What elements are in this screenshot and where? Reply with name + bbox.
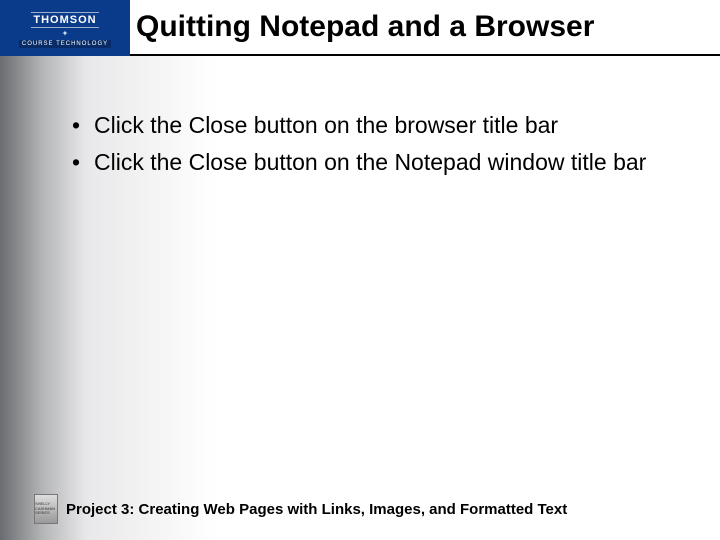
slide-title: Quitting Notepad and a Browser	[136, 10, 594, 44]
publisher-logo: THOMSON ✦ COURSE TECHNOLOGY	[0, 0, 130, 56]
footer-text: Project 3: Creating Web Pages with Links…	[66, 501, 567, 518]
star-icon: ✦	[62, 30, 69, 38]
title-area: Quitting Notepad and a Browser	[130, 0, 720, 56]
list-item: Click the Close button on the browser ti…	[72, 110, 680, 141]
bullet-list: Click the Close button on the browser ti…	[72, 110, 680, 178]
body-content: Click the Close button on the browser ti…	[72, 110, 680, 184]
list-item: Click the Close button on the Notepad wi…	[72, 147, 680, 178]
footer: SHELLY CASHMAN SERIES Project 3: Creatin…	[34, 494, 700, 524]
logo-sub-text: COURSE TECHNOLOGY	[19, 40, 111, 48]
series-logo-text: SHELLY CASHMAN SERIES	[35, 502, 57, 515]
logo-brand-text: THOMSON	[31, 12, 98, 28]
header: THOMSON ✦ COURSE TECHNOLOGY Quitting Not…	[0, 0, 720, 56]
series-logo-icon: SHELLY CASHMAN SERIES	[34, 494, 58, 524]
slide: THOMSON ✦ COURSE TECHNOLOGY Quitting Not…	[0, 0, 720, 540]
